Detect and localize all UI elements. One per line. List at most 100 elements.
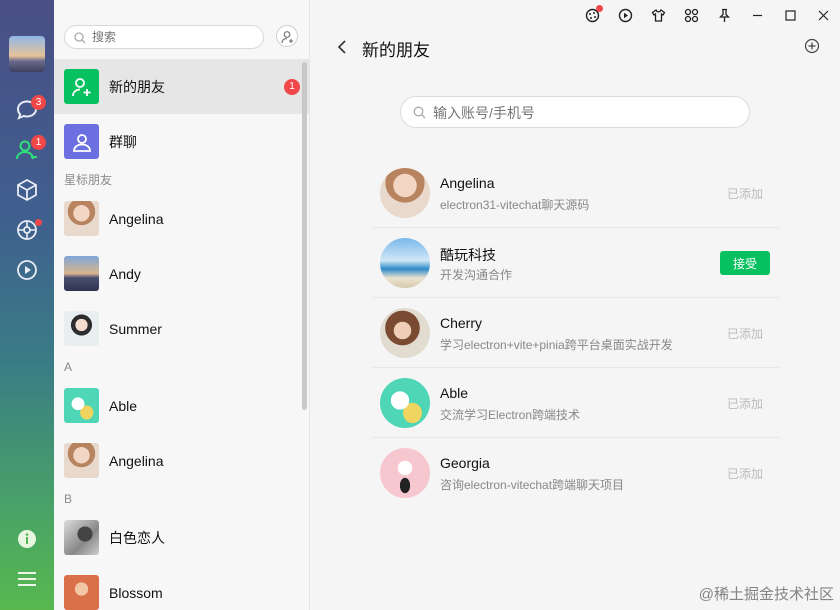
media-button[interactable]: [609, 4, 642, 26]
avatar: [64, 256, 99, 291]
menu-icon[interactable]: [15, 567, 39, 591]
contact-item[interactable]: Angelina: [54, 433, 310, 488]
back-button[interactable]: [336, 39, 348, 58]
section-header-starred: 星标朋友: [64, 173, 113, 187]
avatar: [64, 201, 99, 236]
request-name: Angelina: [440, 175, 495, 191]
contact-item[interactable]: 白色恋人: [54, 510, 310, 565]
window-toolbar: [576, 4, 840, 26]
friend-request-item[interactable]: Able 交流学习Electron跨端技术 已添加: [372, 368, 780, 438]
contact-list: 新的朋友 1 群聊 星标朋友 Angelina Andy Summer A Ab…: [54, 59, 310, 610]
add-user-icon: [281, 31, 293, 44]
group-chat-label: 群聊: [109, 133, 137, 150]
contact-name: 白色恋人: [109, 529, 165, 546]
contact-name: Blossom: [109, 584, 163, 601]
avatar: [64, 575, 99, 610]
contact-item[interactable]: Andy: [54, 246, 310, 301]
new-friends-badge: 1: [284, 79, 300, 95]
avatar: [64, 388, 99, 423]
contacts-panel: 新的朋友 1 群聊 星标朋友 Angelina Andy Summer A Ab…: [54, 0, 310, 610]
request-status: 已添加: [727, 397, 764, 411]
contact-name: Andy: [109, 265, 141, 282]
minimize-button[interactable]: [741, 4, 774, 26]
contact-name: Able: [109, 397, 138, 414]
avatar: [64, 443, 99, 478]
contact-name: Angelina: [109, 452, 164, 469]
group-chat-item[interactable]: 群聊: [54, 114, 310, 169]
request-status: 已添加: [727, 187, 764, 201]
cube-icon[interactable]: [15, 178, 39, 202]
minimize-icon: [753, 14, 762, 16]
friend-request-item[interactable]: Georgia 咨询electron-vitechat跨端聊天项目 已添加: [372, 438, 780, 508]
user-avatar[interactable]: [9, 36, 45, 72]
theme-dot: [596, 5, 603, 12]
play-icon[interactable]: [15, 258, 39, 282]
avatar: [380, 378, 430, 428]
friend-request-item[interactable]: 酷玩科技 开发沟通合作 接受: [372, 228, 780, 298]
new-friends-icon: [64, 69, 99, 104]
request-message: 开发沟通合作: [440, 268, 513, 282]
new-friends-label: 新的朋友: [109, 78, 165, 95]
section-header-b: B: [64, 492, 73, 506]
theme-button[interactable]: [576, 4, 609, 26]
play-circle-icon: [618, 8, 633, 22]
request-name: Cherry: [440, 315, 483, 331]
contact-item[interactable]: Blossom: [54, 565, 310, 610]
search-icon: [74, 31, 86, 47]
contact-name: Summer: [109, 320, 162, 337]
chat-unread-badge: 3: [31, 95, 46, 110]
skin-button[interactable]: [642, 4, 675, 26]
friend-request-list: Angelina electron31-vitechat聊天源码 已添加 酷玩科…: [372, 158, 780, 508]
avatar: [380, 168, 430, 218]
request-status: 已添加: [727, 467, 764, 481]
request-name: Able: [440, 385, 469, 401]
apps-button[interactable]: [675, 4, 708, 26]
app-sidebar: 3 1: [0, 0, 54, 610]
friend-request-item[interactable]: Cherry 学习electron+vite+pinia跨平台桌面实战开发 已添…: [372, 298, 780, 368]
request-message: 咨询electron-vitechat跨端聊天项目: [440, 478, 625, 492]
contacts-search[interactable]: [64, 25, 264, 49]
contact-name: Angelina: [109, 210, 164, 227]
search-icon: [413, 106, 426, 122]
avatar: [64, 311, 99, 346]
request-message: 交流学习Electron跨端技术: [440, 408, 581, 422]
contacts-badge: 1: [31, 135, 46, 150]
page-header: 新的朋友: [336, 36, 430, 60]
avatar: [380, 308, 430, 358]
pin-icon: [718, 8, 731, 22]
grid-icon: [684, 8, 699, 22]
add-button[interactable]: [804, 38, 820, 57]
friend-search-input[interactable]: [433, 104, 733, 122]
contact-item[interactable]: Angelina: [54, 191, 310, 246]
friend-request-item[interactable]: Angelina electron31-vitechat聊天源码 已添加: [372, 158, 780, 228]
close-button[interactable]: [807, 4, 840, 26]
accept-button[interactable]: 接受: [720, 251, 770, 275]
maximize-button[interactable]: [774, 4, 807, 26]
new-friends-item[interactable]: 新的朋友 1: [54, 59, 310, 114]
contacts-search-input[interactable]: [92, 29, 252, 45]
avatar: [64, 520, 99, 555]
info-icon[interactable]: [15, 527, 39, 551]
section-header-a: A: [64, 360, 73, 374]
page-title: 新的朋友: [362, 40, 430, 60]
contact-list-scrollbar[interactable]: [302, 62, 307, 410]
contact-item[interactable]: Summer: [54, 301, 310, 356]
shirt-icon: [651, 8, 666, 22]
add-friend-button[interactable]: [276, 25, 298, 47]
maximize-icon: [785, 9, 796, 21]
request-message: electron31-vitechat聊天源码: [440, 198, 590, 212]
request-message: 学习electron+vite+pinia跨平台桌面实战开发: [440, 338, 673, 352]
avatar: [380, 238, 430, 288]
moments-dot: [35, 219, 42, 226]
group-chat-icon: [64, 124, 99, 159]
request-status: 已添加: [727, 327, 764, 341]
request-name: 酷玩科技: [440, 247, 496, 263]
contact-item[interactable]: Able: [54, 378, 310, 433]
plus-circle-icon: [804, 38, 820, 54]
close-icon: [818, 10, 829, 20]
request-name: Georgia: [440, 455, 490, 471]
chevron-left-icon: [337, 39, 346, 54]
friend-search[interactable]: [400, 96, 750, 128]
pin-button[interactable]: [708, 4, 741, 26]
main-area: 新的朋友 Angelina electron31-vitechat聊天源码 已添…: [310, 0, 840, 610]
